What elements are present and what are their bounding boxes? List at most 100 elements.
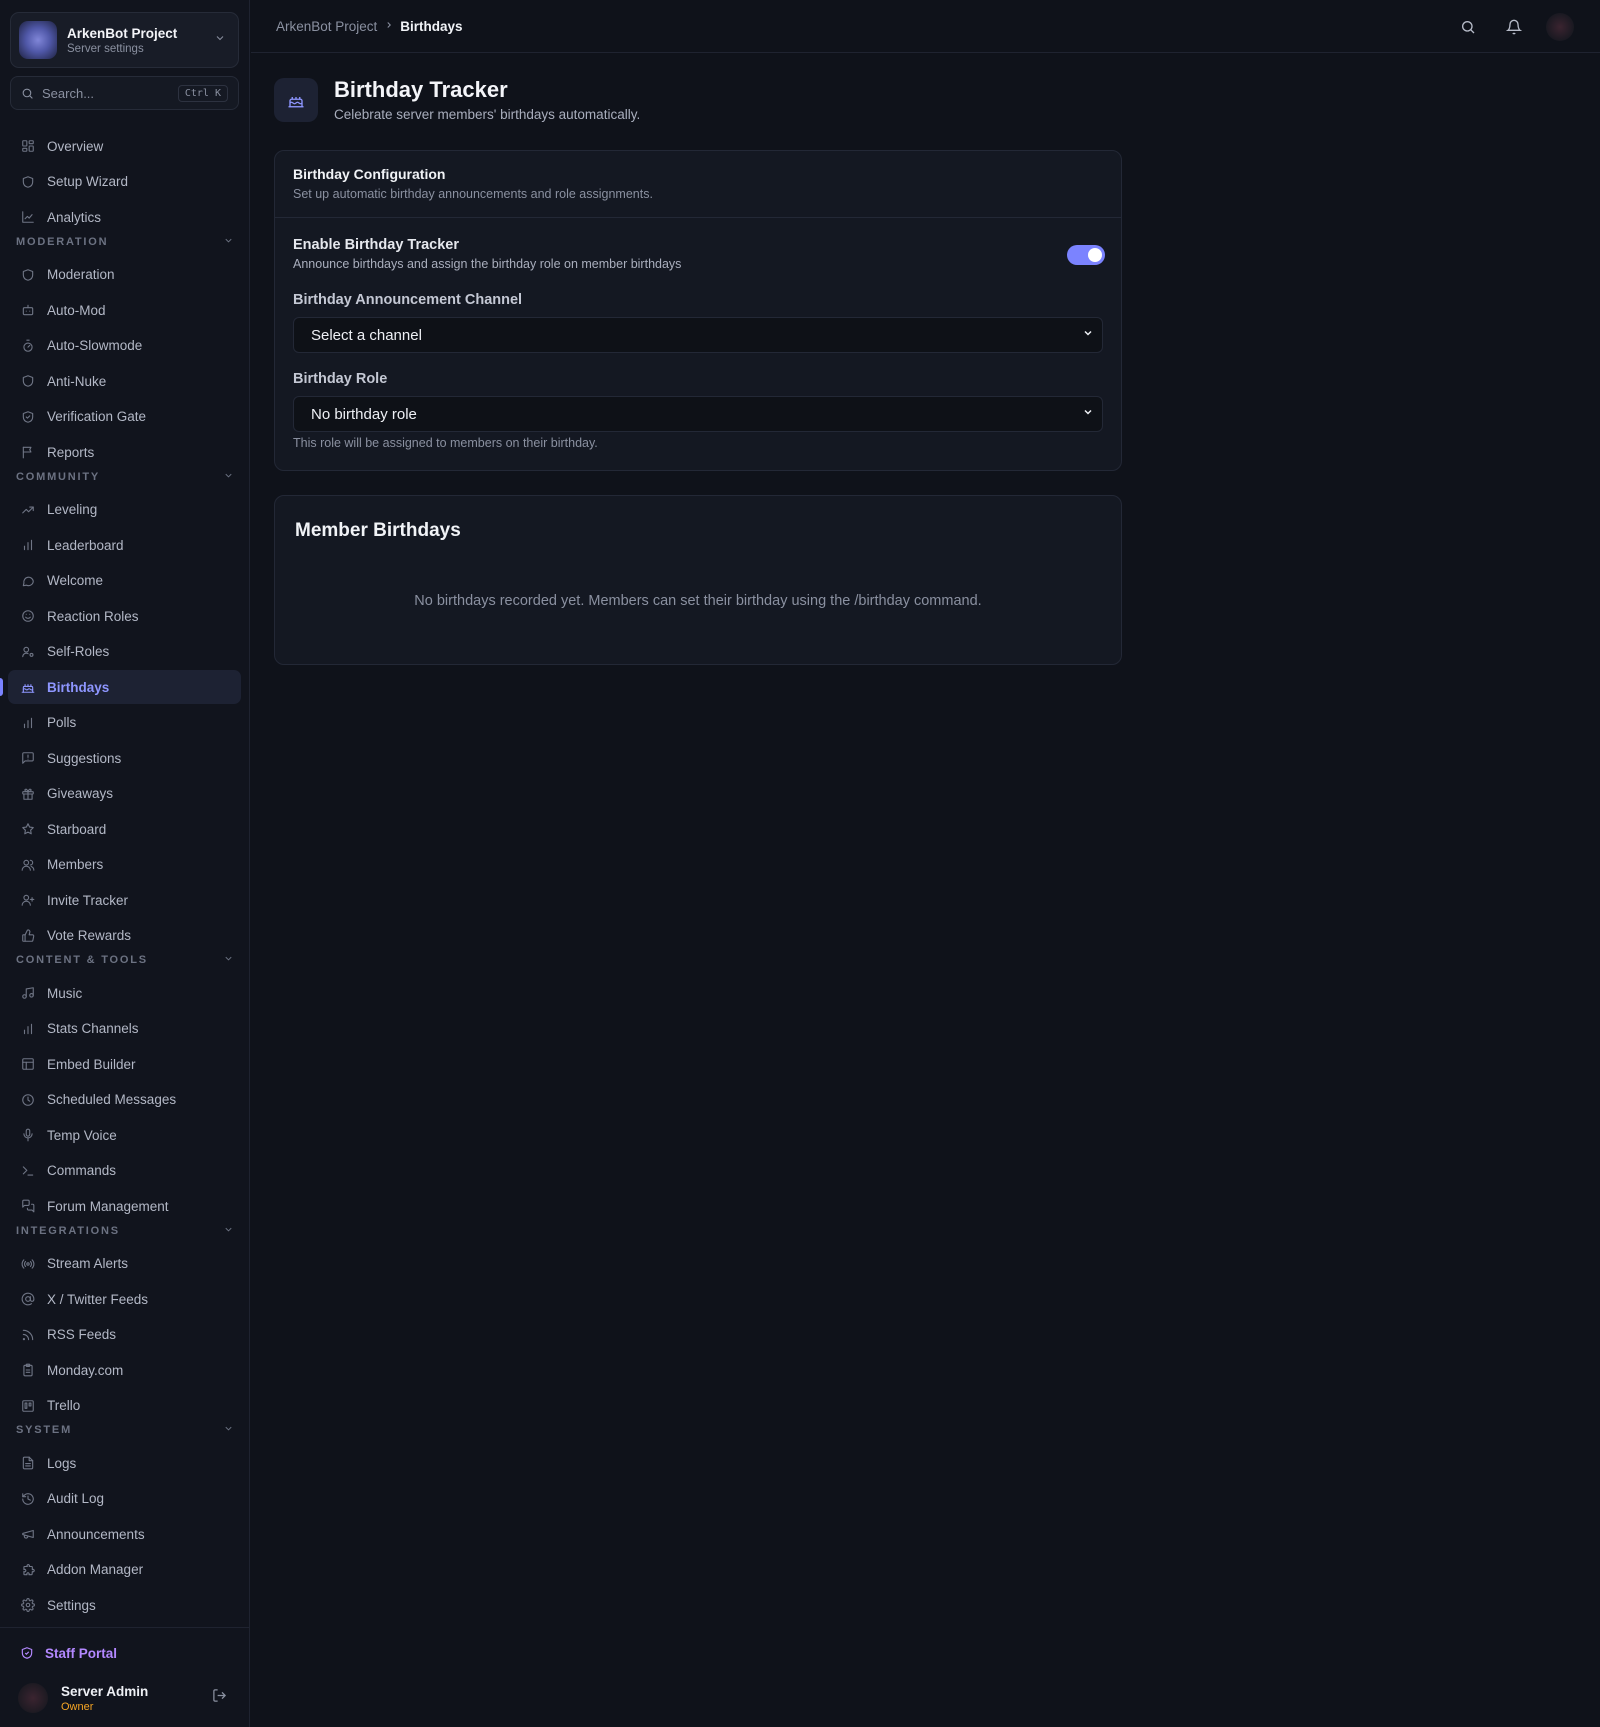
sidebar-item-scheduled-messages[interactable]: Scheduled Messages	[8, 1083, 241, 1117]
sidebar-item-welcome[interactable]: Welcome	[8, 564, 241, 598]
layout-icon	[20, 1056, 36, 1072]
user-card: Server Admin Owner	[8, 1676, 241, 1720]
search-input[interactable]: Search... Ctrl K	[10, 76, 239, 110]
channel-select[interactable]: Select a channel	[293, 317, 1103, 353]
sidebar-item-addon-manager[interactable]: Addon Manager	[8, 1553, 241, 1587]
sidebar-item-label: Scheduled Messages	[47, 1092, 177, 1107]
card-description: Set up automatic birthday announcements …	[293, 187, 653, 201]
puzzle-icon	[20, 1562, 36, 1578]
sidebar-item-analytics[interactable]: Analytics	[8, 200, 241, 234]
sidebar-item-label: Polls	[47, 715, 77, 730]
sidebar-item-announcements[interactable]: Announcements	[8, 1517, 241, 1551]
sidebar-item-label: Reports	[47, 444, 95, 460]
section-moderation[interactable]: MODERATION	[16, 234, 234, 250]
active-indicator	[0, 678, 3, 696]
staff-portal-link[interactable]: Staff Portal	[8, 1636, 241, 1670]
breadcrumb: ArkenBot Project Birthdays	[276, 19, 463, 34]
sidebar-item-trello[interactable]: Trello	[8, 1389, 241, 1423]
sidebar-item-logs[interactable]: Logs	[8, 1446, 241, 1480]
sidebar-item-stats-channels[interactable]: Stats Channels	[8, 1012, 241, 1046]
sidebar-item-x-twitter-feeds[interactable]: X / Twitter Feeds	[8, 1282, 241, 1316]
sidebar-item-label: Setup Wizard	[47, 174, 129, 189]
breadcrumb-parent[interactable]: ArkenBot Project	[276, 19, 377, 34]
sidebar-item-setup-wizard[interactable]: Setup Wizard	[8, 165, 241, 199]
logout-icon[interactable]	[212, 1688, 227, 1708]
sidebar-item-polls[interactable]: Polls	[8, 706, 241, 740]
sidebar-item-overview[interactable]: Overview	[8, 129, 241, 163]
section-system[interactable]: SYSTEM	[16, 1422, 234, 1438]
message-square-icon	[20, 750, 36, 766]
user-name: Server Admin	[61, 1683, 149, 1699]
sidebar-item-audit-log[interactable]: Audit Log	[8, 1482, 241, 1516]
sidebar-item-label: Verification Gate	[47, 409, 147, 424]
cake-icon	[274, 78, 318, 122]
sidebar-item-leveling[interactable]: Leveling	[8, 493, 241, 527]
sidebar-item-starboard[interactable]: Starboard	[8, 812, 241, 846]
trending-up-icon	[20, 502, 36, 518]
sidebar-item-auto-mod[interactable]: Auto-Mod	[8, 293, 241, 327]
rss-icon	[20, 1327, 36, 1343]
channel-select-value: Select a channel	[311, 326, 422, 344]
search-placeholder: Search...	[42, 85, 95, 101]
role-select-value: No birthday role	[311, 405, 417, 423]
enable-tracker-toggle[interactable]	[1067, 245, 1105, 265]
sidebar-item-label: Monday.com	[47, 1362, 124, 1378]
section-content-tools[interactable]: CONTENT & TOOLS	[16, 952, 234, 968]
sidebar-item-label: Members	[47, 857, 104, 872]
sidebar-item-verification-gate[interactable]: Verification Gate	[8, 400, 241, 434]
dashboard-icon	[20, 138, 36, 154]
section-title: MODERATION	[16, 235, 109, 248]
sidebar-item-self-roles[interactable]: Self-Roles	[8, 635, 241, 669]
chevron-down-icon	[214, 31, 226, 49]
member-birthdays-title: Member Birthdays	[295, 520, 461, 541]
server-switcher[interactable]: ArkenBot Project Server settings	[10, 12, 239, 68]
sidebar-item-giveaways[interactable]: Giveaways	[8, 777, 241, 811]
sidebar-item-reaction-roles[interactable]: Reaction Roles	[8, 599, 241, 633]
trello-icon	[20, 1398, 36, 1414]
sidebar-item-commands[interactable]: Commands	[8, 1154, 241, 1188]
enable-tracker-label: Enable Birthday Tracker	[293, 237, 460, 253]
sidebar-item-moderation[interactable]: Moderation	[8, 258, 241, 292]
section-title: COMMUNITY	[16, 470, 101, 483]
avatar[interactable]	[1546, 13, 1574, 41]
sidebar-item-music[interactable]: Music	[8, 976, 241, 1010]
search-icon[interactable]	[1454, 13, 1482, 41]
sidebar-item-settings[interactable]: Settings	[8, 1588, 241, 1622]
sidebar-item-rss-feeds[interactable]: RSS Feeds	[8, 1318, 241, 1352]
enable-tracker-description: Announce birthdays and assign the birthd…	[293, 257, 682, 271]
sidebar-item-label: Commands	[47, 1163, 117, 1178]
clipboard-icon	[20, 1362, 36, 1378]
sidebar-item-vote-rewards[interactable]: Vote Rewards	[8, 919, 241, 953]
chevron-down-icon	[223, 1423, 234, 1437]
sidebar-item-anti-nuke[interactable]: Anti-Nuke	[8, 364, 241, 398]
sidebar-item-invite-tracker[interactable]: Invite Tracker	[8, 883, 241, 917]
user-cog-icon	[20, 644, 36, 660]
sidebar-item-label: Auto-Slowmode	[47, 338, 143, 353]
sidebar-item-suggestions[interactable]: Suggestions	[8, 741, 241, 775]
section-integrations[interactable]: INTEGRATIONS	[16, 1223, 234, 1239]
sidebar-item-leaderboard[interactable]: Leaderboard	[8, 528, 241, 562]
sidebar-item-label: Invite Tracker	[47, 892, 129, 908]
role-select[interactable]: No birthday role	[293, 396, 1103, 432]
user-plus-icon	[20, 892, 36, 908]
music-icon	[20, 985, 36, 1001]
sidebar-item-forum-management[interactable]: Forum Management	[8, 1189, 241, 1223]
search-shortcut: Ctrl K	[177, 84, 228, 102]
sidebar-item-birthdays[interactable]: Birthdays	[8, 670, 241, 704]
sidebar-item-stream-alerts[interactable]: Stream Alerts	[8, 1247, 241, 1281]
sidebar-item-reports[interactable]: Reports	[8, 435, 241, 469]
chevron-down-icon	[1082, 405, 1094, 423]
smile-icon	[20, 608, 36, 624]
sidebar-item-members[interactable]: Members	[8, 848, 241, 882]
sidebar-item-auto-slowmode[interactable]: Auto-Slowmode	[8, 329, 241, 363]
section-community[interactable]: COMMUNITY	[16, 469, 234, 485]
clock-icon	[20, 1092, 36, 1108]
channel-label: Birthday Announcement Channel	[293, 292, 523, 308]
bell-icon[interactable]	[1500, 13, 1528, 41]
sidebar-item-temp-voice[interactable]: Temp Voice	[8, 1118, 241, 1152]
page-subtitle: Celebrate server members' birthdays auto…	[334, 107, 641, 122]
user-role: Owner	[61, 1700, 94, 1713]
sidebar-item-embed-builder[interactable]: Embed Builder	[8, 1047, 241, 1081]
megaphone-icon	[20, 1526, 36, 1542]
sidebar-item-monday-com[interactable]: Monday.com	[8, 1353, 241, 1387]
